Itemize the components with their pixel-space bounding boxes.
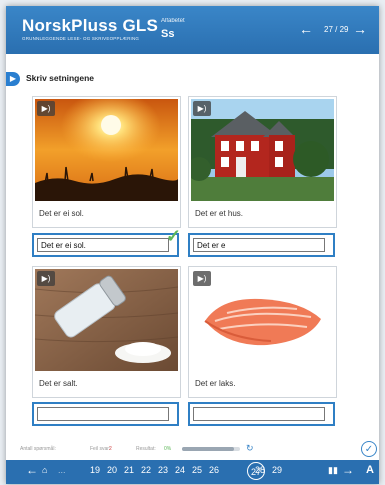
status-bar: Antall spørsmål: Feil svar: 2 Resultat: … [6, 441, 379, 457]
ellipsis-icon: ... [58, 465, 66, 475]
top-bar: NorskPluss GLS GRUNNLEGGENDE LESE- OG SK… [6, 6, 379, 54]
audio-icon[interactable]: ▶) [37, 101, 55, 116]
sun-image [35, 99, 178, 201]
app-frame: NorskPluss GLS GRUNNLEGGENDE LESE- OG SK… [6, 6, 379, 484]
card-caption: Det er et hus. [195, 209, 244, 218]
page-link-25[interactable]: 25 [192, 465, 202, 475]
brand-subtitle: GRUNNLEGGENDE LESE- OG SKRIVEOPPLÆRING [22, 36, 140, 41]
answered-label: Antall spørsmål: [20, 446, 56, 452]
salmon-image [191, 269, 334, 371]
answer-box-house [188, 233, 335, 257]
page-link-24[interactable]: 24 [175, 465, 185, 475]
score-value: 0% [164, 446, 172, 452]
page-link-29[interactable]: 29 [272, 465, 282, 475]
page-link-26[interactable]: 26 [209, 465, 219, 475]
card-caption: Det er laks. [195, 379, 236, 388]
answer-box-sun [32, 233, 179, 257]
answer-input[interactable] [193, 407, 325, 421]
page-counter: 27 / 29 [324, 25, 349, 34]
instruction-title: Skriv setningene [26, 73, 95, 83]
page-link-21[interactable]: 21 [124, 465, 134, 475]
exercise-card-house: ▶) Det er et hus. [188, 96, 337, 228]
arrow-right-icon[interactable]: → [353, 21, 367, 37]
score-label: Resultat: [136, 446, 156, 452]
page-link-28[interactable]: 28 [255, 465, 265, 475]
errors-label: Feil svar: [90, 446, 111, 452]
check-answers-button[interactable]: ✓ [361, 441, 377, 457]
section-title: Ss [161, 28, 175, 40]
audio-icon[interactable]: ▶) [37, 271, 55, 286]
progress-fill [182, 447, 235, 451]
progress-bar [182, 447, 240, 451]
instruction-row: ▶ Skriv setningene [6, 70, 379, 88]
audio-icon[interactable]: ▶) [193, 101, 211, 116]
arrow-left-icon[interactable]: ← [299, 21, 313, 37]
answer-box-salmon [188, 402, 335, 426]
page-link-23[interactable]: 23 [158, 465, 168, 475]
refresh-icon[interactable]: ↻ [246, 443, 254, 454]
arrow-left-icon[interactable]: ← [26, 463, 38, 477]
errors-value: 2 [109, 446, 112, 452]
house-image [191, 99, 334, 201]
text-size-button[interactable]: A [366, 464, 374, 476]
bottom-navigation: ← ⌂ ... 19 20 21 22 23 24 25 26 27 28 29 ▮▮ → A [6, 460, 379, 484]
arrow-right-icon[interactable]: → [342, 463, 354, 477]
bar-chart-icon[interactable]: ▮▮ [328, 465, 338, 476]
page-link-19[interactable]: 19 [90, 465, 100, 475]
exercise-card-sun: ▶) Det er ei sol. [32, 96, 181, 228]
page-link-22[interactable]: 22 [141, 465, 151, 475]
exercise-card-salmon: ▶) Det er laks. [188, 266, 337, 398]
checkmark-icon: ✓ [166, 226, 182, 246]
answer-input[interactable] [193, 238, 325, 252]
salt-image [35, 269, 178, 371]
card-caption: Det er salt. [39, 379, 78, 388]
answer-box-salt [32, 402, 179, 426]
answer-input[interactable] [37, 238, 169, 252]
audio-icon[interactable]: ▶) [193, 271, 211, 286]
page-link-20[interactable]: 20 [107, 465, 117, 475]
card-caption: Det er ei sol. [39, 209, 84, 218]
section-label: Alfabetet [161, 18, 185, 24]
answer-input[interactable] [37, 407, 169, 421]
home-icon[interactable]: ⌂ [42, 465, 47, 475]
speaker-icon[interactable]: ▶ [6, 72, 20, 86]
exercise-card-salt: ▶) Det er salt. [32, 266, 181, 398]
brand-logo: NorskPluss GLS [22, 16, 159, 35]
